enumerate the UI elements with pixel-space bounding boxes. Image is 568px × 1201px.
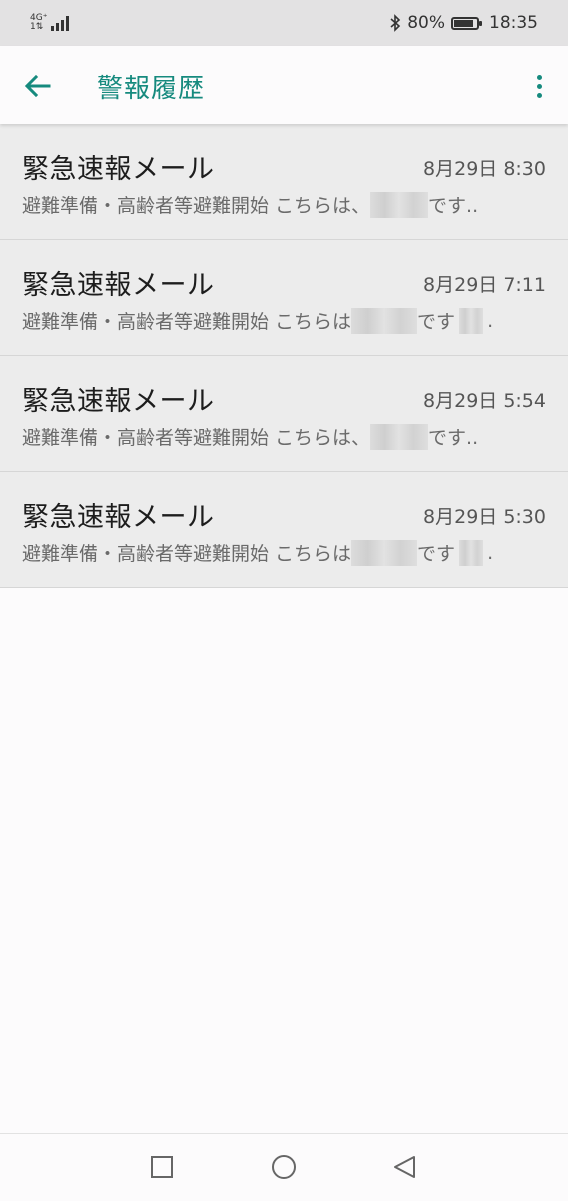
message-preview: 避難準備・高齢者等避難開始 こちらは です . [22, 539, 493, 566]
recents-button[interactable] [148, 1153, 176, 1181]
message-title: 緊急速報メール [22, 270, 215, 301]
message-preview-end: です.. [428, 195, 479, 217]
redacted-area [459, 539, 484, 566]
message-preview-end: です.. [428, 427, 479, 449]
message-title: 緊急速報メール [22, 154, 215, 185]
network-activity-label: 1⇅ [30, 22, 44, 32]
triangle-back-icon [394, 1156, 415, 1178]
list-item[interactable]: 緊急速報メール 8月29日 5:30 避難準備・高齢者等避難開始 こちらは です… [0, 472, 568, 588]
message-time: 8月29日 5:54 [423, 390, 546, 412]
message-preview-trailing: . [487, 541, 494, 564]
more-vert-icon [536, 74, 542, 80]
app-bar: 警報履歴 [0, 46, 568, 124]
list-item[interactable]: 緊急速報メール 8月29日 8:30 避難準備・高齢者等避難開始 こちらは、 で… [0, 124, 568, 240]
message-time: 8月29日 5:30 [423, 506, 546, 528]
nav-back-button[interactable] [390, 1153, 418, 1181]
message-title: 緊急速報メール [22, 386, 215, 417]
square-recents-icon [151, 1156, 173, 1178]
more-options-button[interactable] [528, 70, 550, 102]
redacted-area [351, 539, 418, 566]
message-preview: 避難準備・高齢者等避難開始 こちらは です . [22, 307, 493, 334]
status-left: 4G⁺ 1⇅ [30, 14, 70, 32]
back-button[interactable] [22, 70, 54, 102]
redacted-area [370, 423, 429, 450]
message-title: 緊急速報メール [22, 502, 215, 533]
redacted-area [370, 191, 429, 218]
message-preview: 避難準備・高齢者等避難開始 こちらは、 です.. [22, 191, 478, 218]
message-preview-end: です [417, 311, 456, 333]
battery-icon [451, 16, 482, 30]
bluetooth-icon [390, 14, 401, 32]
message-preview-text: 避難準備・高齢者等避難開始 こちらは、 [22, 195, 371, 217]
page-title: 警報履歴 [97, 74, 206, 104]
list-item[interactable]: 緊急速報メール 8月29日 7:11 避難準備・高齢者等避難開始 こちらは です… [0, 240, 568, 356]
message-preview-text: 避難準備・高齢者等避難開始 こちらは [22, 311, 352, 333]
message-time: 8月29日 7:11 [423, 274, 546, 296]
signal-icon [51, 15, 70, 31]
message-preview-text: 避難準備・高齢者等避難開始 こちらは、 [22, 427, 371, 449]
message-preview-end: です [417, 543, 456, 565]
status-right: 80% 18:35 [389, 13, 538, 33]
clock: 18:35 [489, 13, 538, 33]
system-nav-bar [0, 1133, 568, 1201]
redacted-area [459, 307, 484, 334]
back-arrow-icon [24, 74, 51, 98]
alert-history-list: 緊急速報メール 8月29日 8:30 避難準備・高齢者等避難開始 こちらは、 で… [0, 124, 568, 588]
status-bar: 4G⁺ 1⇅ 80% 18:35 [0, 0, 568, 46]
message-time: 8月29日 8:30 [423, 158, 546, 180]
message-preview-text: 避難準備・高齢者等避難開始 こちらは [22, 543, 352, 565]
message-preview: 避難準備・高齢者等避難開始 こちらは、 です.. [22, 423, 478, 450]
list-item[interactable]: 緊急速報メール 8月29日 5:54 避難準備・高齢者等避難開始 こちらは、 で… [0, 356, 568, 472]
circle-home-icon [272, 1155, 296, 1179]
redacted-area [351, 307, 418, 334]
battery-percent: 80% [407, 13, 445, 33]
message-preview-trailing: . [487, 309, 494, 332]
battery-level-fill [454, 19, 474, 27]
network-type: 4G⁺ 1⇅ [30, 14, 47, 32]
home-button[interactable] [270, 1153, 298, 1181]
